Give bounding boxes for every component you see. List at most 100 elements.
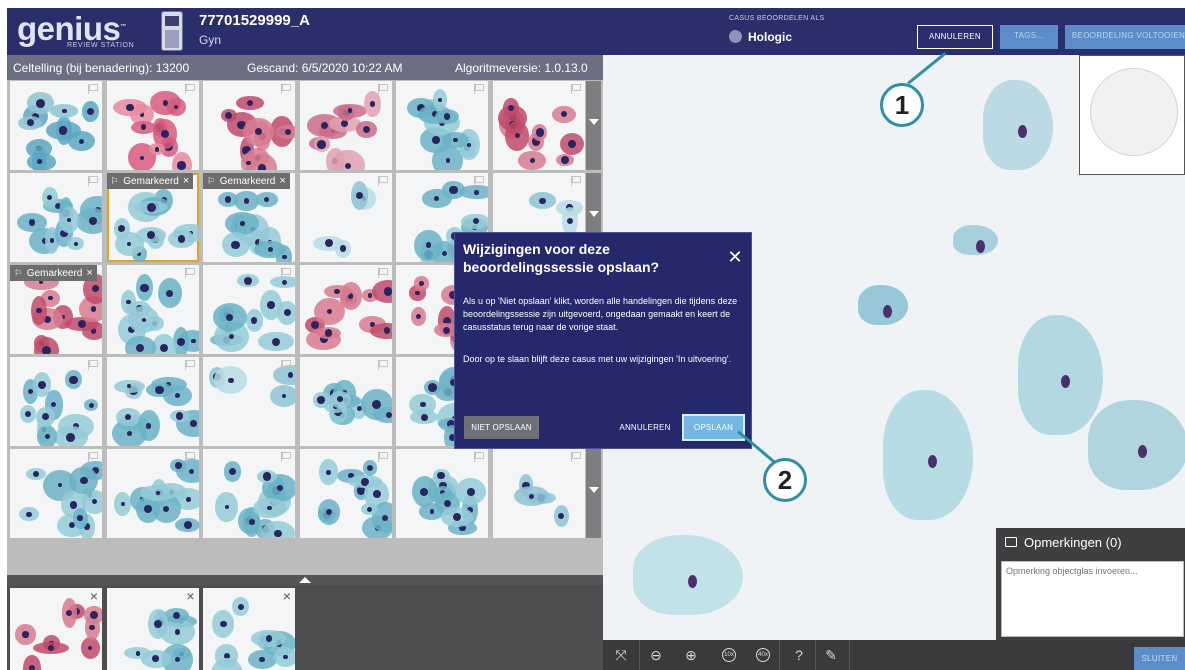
cell-thumbnail[interactable] bbox=[396, 81, 488, 170]
flag-icon[interactable] bbox=[570, 452, 581, 462]
flag-icon[interactable] bbox=[570, 176, 581, 186]
flag-icon[interactable] bbox=[87, 84, 98, 94]
cell-thumbnail[interactable] bbox=[299, 357, 392, 446]
gallery-row bbox=[7, 449, 603, 538]
cell-thumbnail[interactable] bbox=[203, 265, 295, 354]
flagged-thumbnail[interactable]: × bbox=[106, 588, 199, 670]
cell-thumbnail[interactable] bbox=[492, 81, 585, 170]
vial-icon bbox=[161, 11, 183, 51]
cell-nucleus bbox=[883, 305, 892, 318]
flagged-tag[interactable]: ⚐ Gemarkeerd × bbox=[10, 265, 97, 281]
close-button[interactable]: SLUITEN bbox=[1134, 647, 1185, 670]
flag-icon[interactable] bbox=[184, 452, 195, 462]
flag-icon[interactable] bbox=[377, 176, 388, 186]
zoom-10x-button[interactable]: 10x bbox=[722, 648, 736, 662]
zoom-in-icon[interactable]: ⊕ bbox=[679, 644, 703, 666]
toolbar-separator bbox=[639, 640, 640, 670]
comments-header[interactable]: Opmerkingen (0) bbox=[996, 528, 1185, 557]
toolbar-separator bbox=[815, 640, 816, 670]
cell-image bbox=[858, 285, 908, 325]
pen-icon[interactable]: ✎ bbox=[819, 644, 843, 666]
save-button[interactable]: OPSLAAN bbox=[684, 416, 743, 439]
flag-icon[interactable] bbox=[184, 84, 195, 94]
tags-button[interactable]: TAGS... bbox=[1000, 25, 1058, 49]
flag-icon[interactable] bbox=[377, 268, 388, 278]
flag-icon[interactable] bbox=[473, 176, 484, 186]
close-icon[interactable]: ✕ bbox=[727, 248, 743, 266]
flagged-thumbnail[interactable]: × bbox=[203, 588, 295, 670]
flag-icon[interactable] bbox=[377, 84, 388, 94]
row-expand-button[interactable] bbox=[586, 81, 601, 170]
cell-thumbnail[interactable] bbox=[299, 449, 392, 538]
flag-icon[interactable] bbox=[87, 452, 98, 462]
flag-icon[interactable] bbox=[280, 360, 291, 370]
flag-icon[interactable] bbox=[377, 360, 388, 370]
zoom-out-icon[interactable]: ⊖ bbox=[644, 644, 668, 666]
cell-thumbnail[interactable] bbox=[203, 81, 295, 170]
flag-icon[interactable] bbox=[280, 84, 291, 94]
dialog-cancel-button[interactable]: ANNULEREN bbox=[613, 416, 677, 439]
remove-flag-icon[interactable]: × bbox=[279, 175, 285, 187]
strip-divider[interactable] bbox=[7, 575, 603, 585]
flag-icon[interactable] bbox=[184, 360, 195, 370]
scan-date: Gescand: 6/5/2020 10:22 AM bbox=[247, 61, 403, 75]
cell-thumbnail[interactable] bbox=[396, 449, 488, 538]
close-icon[interactable]: × bbox=[186, 588, 194, 604]
cell-thumbnail[interactable] bbox=[492, 449, 585, 538]
flagged-tag[interactable]: ⚐ Gemarkeerd × bbox=[203, 173, 290, 189]
cell-thumbnail[interactable] bbox=[203, 449, 295, 538]
cell-thumbnail[interactable] bbox=[203, 357, 295, 446]
flag-icon[interactable] bbox=[473, 452, 484, 462]
cell-thumbnail[interactable]: ⚐ Gemarkeerd × bbox=[106, 173, 199, 262]
toolbar-separator bbox=[779, 640, 780, 670]
close-icon[interactable]: × bbox=[90, 588, 98, 604]
slide-comment-input[interactable] bbox=[1001, 561, 1184, 637]
close-icon[interactable]: × bbox=[283, 588, 291, 604]
reviewer-caption: CASUS BEOORDELEN ALS bbox=[729, 15, 825, 22]
flag-icon: ⚐ bbox=[14, 268, 23, 278]
zoom-40x-button[interactable]: 40x bbox=[756, 648, 770, 662]
cell-thumbnail[interactable] bbox=[299, 265, 392, 354]
review-station-app: genius™ REVIEW STATION 77701529999_A Gyn… bbox=[0, 0, 1185, 670]
flag-icon[interactable] bbox=[377, 452, 388, 462]
comments-panel: Opmerkingen (0) bbox=[996, 528, 1185, 640]
case-id: 77701529999_A bbox=[199, 12, 310, 29]
cell-thumbnail[interactable] bbox=[106, 81, 199, 170]
remove-flag-icon[interactable]: × bbox=[183, 175, 189, 187]
cancel-button[interactable]: ANNULEREN bbox=[917, 25, 993, 49]
fit-to-screen-icon[interactable]: ⤧ bbox=[609, 644, 633, 666]
flag-icon[interactable] bbox=[280, 452, 291, 462]
cell-thumbnail[interactable] bbox=[106, 265, 199, 354]
cell-thumbnail[interactable] bbox=[299, 173, 392, 262]
cell-thumbnail[interactable]: ⚐ Gemarkeerd × bbox=[203, 173, 295, 262]
save-changes-dialog: Wijzigingen voor deze beoordelingssessie… bbox=[454, 232, 752, 449]
cell-thumbnail[interactable] bbox=[106, 449, 199, 538]
flag-icon[interactable] bbox=[87, 176, 98, 186]
row-expand-button[interactable] bbox=[586, 449, 601, 538]
slide-overview-map[interactable] bbox=[1079, 55, 1185, 175]
cell-thumbnail[interactable]: ⚐ Gemarkeerd × bbox=[10, 265, 102, 354]
dont-save-button[interactable]: NIET OPSLAAN bbox=[464, 416, 539, 439]
flagged-tag[interactable]: ⚐ Gemarkeerd × bbox=[106, 173, 194, 189]
flag-icon[interactable] bbox=[473, 84, 484, 94]
cell-thumbnail[interactable] bbox=[299, 81, 392, 170]
cell-thumbnail[interactable] bbox=[10, 173, 102, 262]
slide-well bbox=[1090, 68, 1178, 156]
flagged-label: Gemarkeerd bbox=[217, 176, 276, 187]
cell-thumbnail[interactable] bbox=[10, 357, 102, 446]
viewer-toolbar: ⤧ ⊖ ⊕ 10x 40x ? ✎ bbox=[603, 640, 1185, 670]
cell-image bbox=[1018, 315, 1103, 435]
cell-thumbnail[interactable] bbox=[106, 357, 199, 446]
cell-thumbnail[interactable] bbox=[10, 81, 102, 170]
flag-icon[interactable] bbox=[87, 360, 98, 370]
flag-icon[interactable] bbox=[280, 268, 291, 278]
flagged-thumbnail[interactable]: × bbox=[10, 588, 102, 670]
remove-flag-icon[interactable]: × bbox=[86, 267, 92, 279]
complete-review-button[interactable]: BEOORDELING VOLTOOIEN bbox=[1065, 25, 1185, 49]
cell-thumbnail[interactable] bbox=[10, 449, 102, 538]
help-button[interactable]: ? bbox=[787, 644, 811, 666]
flag-icon[interactable] bbox=[184, 268, 195, 278]
flag-icon[interactable] bbox=[570, 84, 581, 94]
gallery-row bbox=[7, 81, 603, 170]
user-icon bbox=[729, 30, 742, 43]
